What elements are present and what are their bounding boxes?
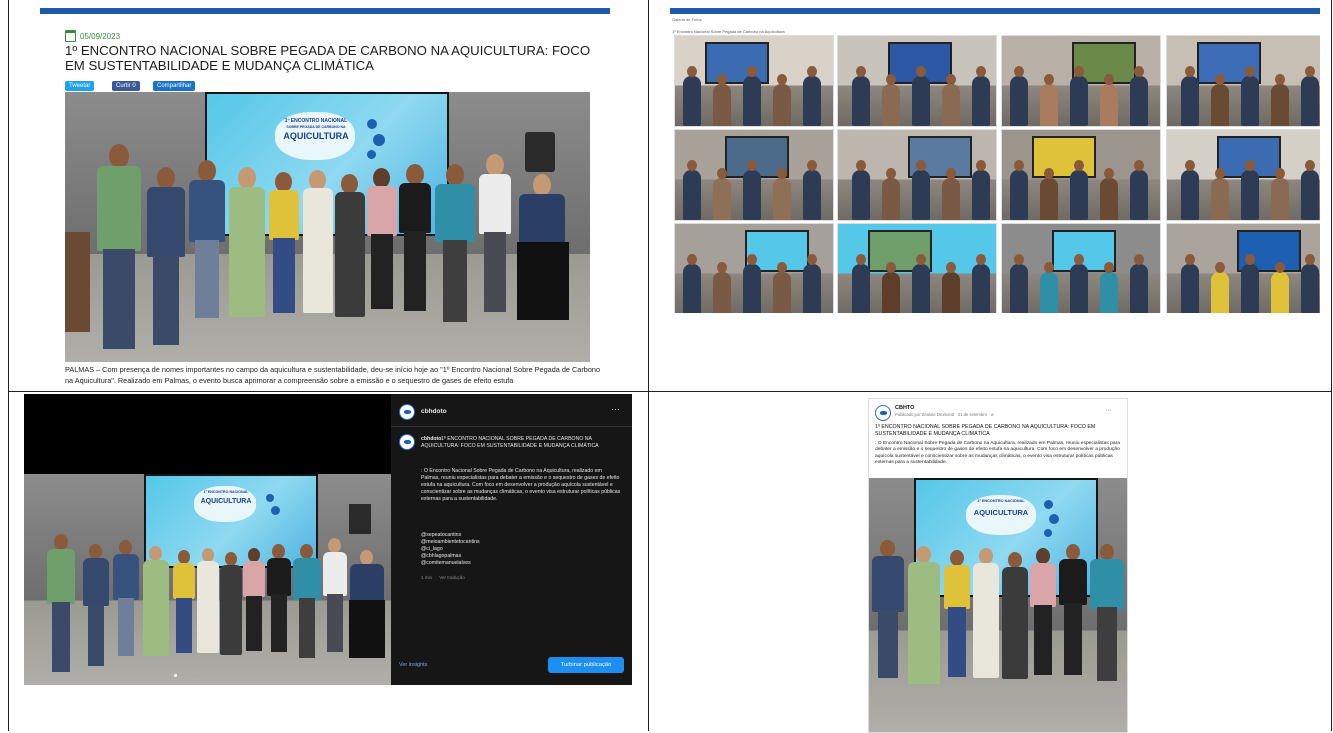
ig-translate-link[interactable]: Ver tradução xyxy=(439,575,465,580)
site-top-bar xyxy=(40,8,610,14)
ig-banner-line3: AQUICULTURA xyxy=(200,498,252,505)
table-border-middle xyxy=(648,0,649,731)
calendar-icon xyxy=(65,30,76,42)
instagram-photo[interactable]: 1º ENCONTRO NACIONAL AQUICULTURA xyxy=(24,474,391,685)
instagram-sidebar: cbhdoto … cbhdoto 1º ENCONTRO NACIONAL S… xyxy=(391,394,632,685)
article-panel: 05/09/2023 1º ENCONTRO NACIONAL SOBRE PE… xyxy=(40,8,610,388)
like-button[interactable]: Curtir 0 xyxy=(112,81,140,91)
gallery-thumbnail[interactable] xyxy=(1001,129,1161,221)
table-border-row xyxy=(8,391,1332,392)
instagram-post: 1º ENCONTRO NACIONAL AQUICULTURA cbhdoto… xyxy=(24,394,632,685)
gallery-thumbnail[interactable] xyxy=(1166,223,1320,313)
article-date: 05/09/2023 xyxy=(65,30,120,42)
mention-link[interactable]: @sepeatocantins xyxy=(421,532,621,539)
fb-banner-line3: AQUICULTURA xyxy=(973,508,1029,517)
mention-link[interactable]: @meioambientetocantins xyxy=(421,539,621,546)
gallery-thumbnail[interactable] xyxy=(1001,35,1161,127)
fb-post-meta: Publicado por Zealote Drumond · 21 de se… xyxy=(895,412,995,417)
fb-page-name[interactable]: CBHTO xyxy=(895,405,914,411)
gallery-panel: Galeria de Fotos 1º Encontro Nacional So… xyxy=(670,8,1320,313)
view-insights-link[interactable]: Ver insights xyxy=(399,662,427,669)
table-border-right xyxy=(1331,0,1332,731)
tweet-button[interactable]: Tweetar xyxy=(65,81,95,91)
ig-post-time: 1 min xyxy=(421,575,433,580)
ig-caption-avatar[interactable] xyxy=(399,434,415,450)
banner-line2: SOBRE PEGADA DE CARBONO NA xyxy=(286,125,346,129)
more-options-icon[interactable]: … xyxy=(611,403,620,412)
gallery-thumbnail[interactable] xyxy=(1001,223,1161,313)
gallery-thumbnail[interactable] xyxy=(674,223,834,313)
event-photo: 1º ENCONTRO NACIONAL SOBRE PEGADA DE CAR… xyxy=(65,92,590,362)
gallery-thumbnail[interactable] xyxy=(674,129,834,221)
ig-banner-line1: 1º ENCONTRO NACIONAL xyxy=(203,490,249,494)
ig-username[interactable]: cbhdoto xyxy=(421,408,447,415)
fb-post-photo[interactable]: 1º ENCONTRO NACIONAL AQUICULTURA xyxy=(869,478,1127,732)
gallery-thumbnail[interactable] xyxy=(837,35,997,127)
boost-post-button[interactable]: Turbinar publicação xyxy=(548,657,624,673)
article-date-text: 05/09/2023 xyxy=(80,31,121,41)
article-headline: 1º ENCONTRO NACIONAL SOBRE PEGADA DE CAR… xyxy=(65,43,591,73)
gallery-caption: 1º Encontro Nacional Sobre Pegada de Car… xyxy=(672,29,785,34)
fb-page-avatar[interactable] xyxy=(875,405,891,421)
gallery-label: Galeria de Fotos xyxy=(672,17,702,22)
gallery-thumbnail[interactable] xyxy=(837,223,997,313)
fb-more-options-icon[interactable]: ··· xyxy=(1105,407,1112,414)
banner-line3: AQUICULTURA xyxy=(283,131,349,141)
ig-profile-avatar[interactable] xyxy=(399,404,415,420)
table-border-left xyxy=(8,0,9,731)
fb-post-text: : O Encontro Nacional Sobre Pegada de Ca… xyxy=(875,441,1120,465)
ig-caption-title: 1º ENCONTRO NACIONAL SOBRE PEGADA DE CAR… xyxy=(421,436,599,449)
mention-link[interactable]: @comitemanuelalves xyxy=(421,560,621,567)
carousel-dots[interactable] xyxy=(174,674,219,677)
ig-caption-body: : O Encontro Nacional Sobre Pegada de Ca… xyxy=(421,468,621,502)
facebook-post: CBHTO Publicado por Zealote Drumond · 21… xyxy=(868,398,1128,733)
gallery-thumbnail[interactable] xyxy=(674,35,834,127)
gallery-thumbnail[interactable] xyxy=(837,129,997,221)
gallery-thumbnail[interactable] xyxy=(1166,35,1320,127)
mention-link[interactable]: @cbhlagopalmas xyxy=(421,553,621,560)
ig-mentions: @sepeatocantins @meioambientetocantins @… xyxy=(421,532,621,567)
share-button[interactable]: Compartilhar xyxy=(153,81,196,91)
article-body: PALMAS – Com presença de nomes important… xyxy=(65,365,600,385)
gallery-top-bar xyxy=(670,8,1320,14)
fb-banner-line1: 1º ENCONTRO NACIONAL xyxy=(977,499,1025,503)
gallery-thumbnail[interactable] xyxy=(1166,129,1320,221)
mention-link[interactable]: @ci_lago xyxy=(421,546,621,553)
fb-post-title: 1º ENCONTRO NACIONAL SOBRE PEGADA DE CAR… xyxy=(875,424,1096,437)
banner-line1: 1º ENCONTRO NACIONAL xyxy=(284,118,348,124)
